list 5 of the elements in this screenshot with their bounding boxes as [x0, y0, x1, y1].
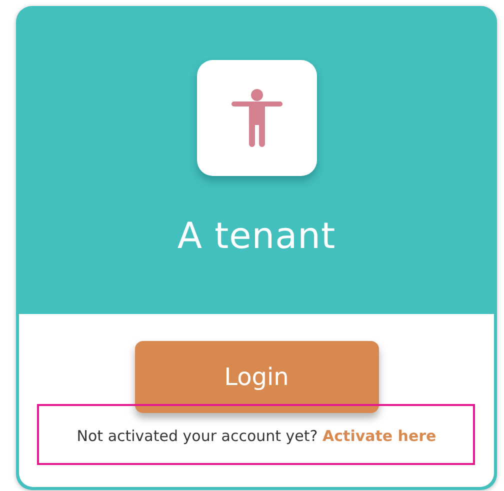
card-title: A tenant: [177, 216, 336, 257]
person-icon: [230, 89, 282, 147]
activate-link[interactable]: Activate here: [322, 427, 436, 445]
login-button[interactable]: Login: [134, 341, 378, 413]
activation-prompt: Not activated your account yet? Activate here: [76, 427, 436, 445]
